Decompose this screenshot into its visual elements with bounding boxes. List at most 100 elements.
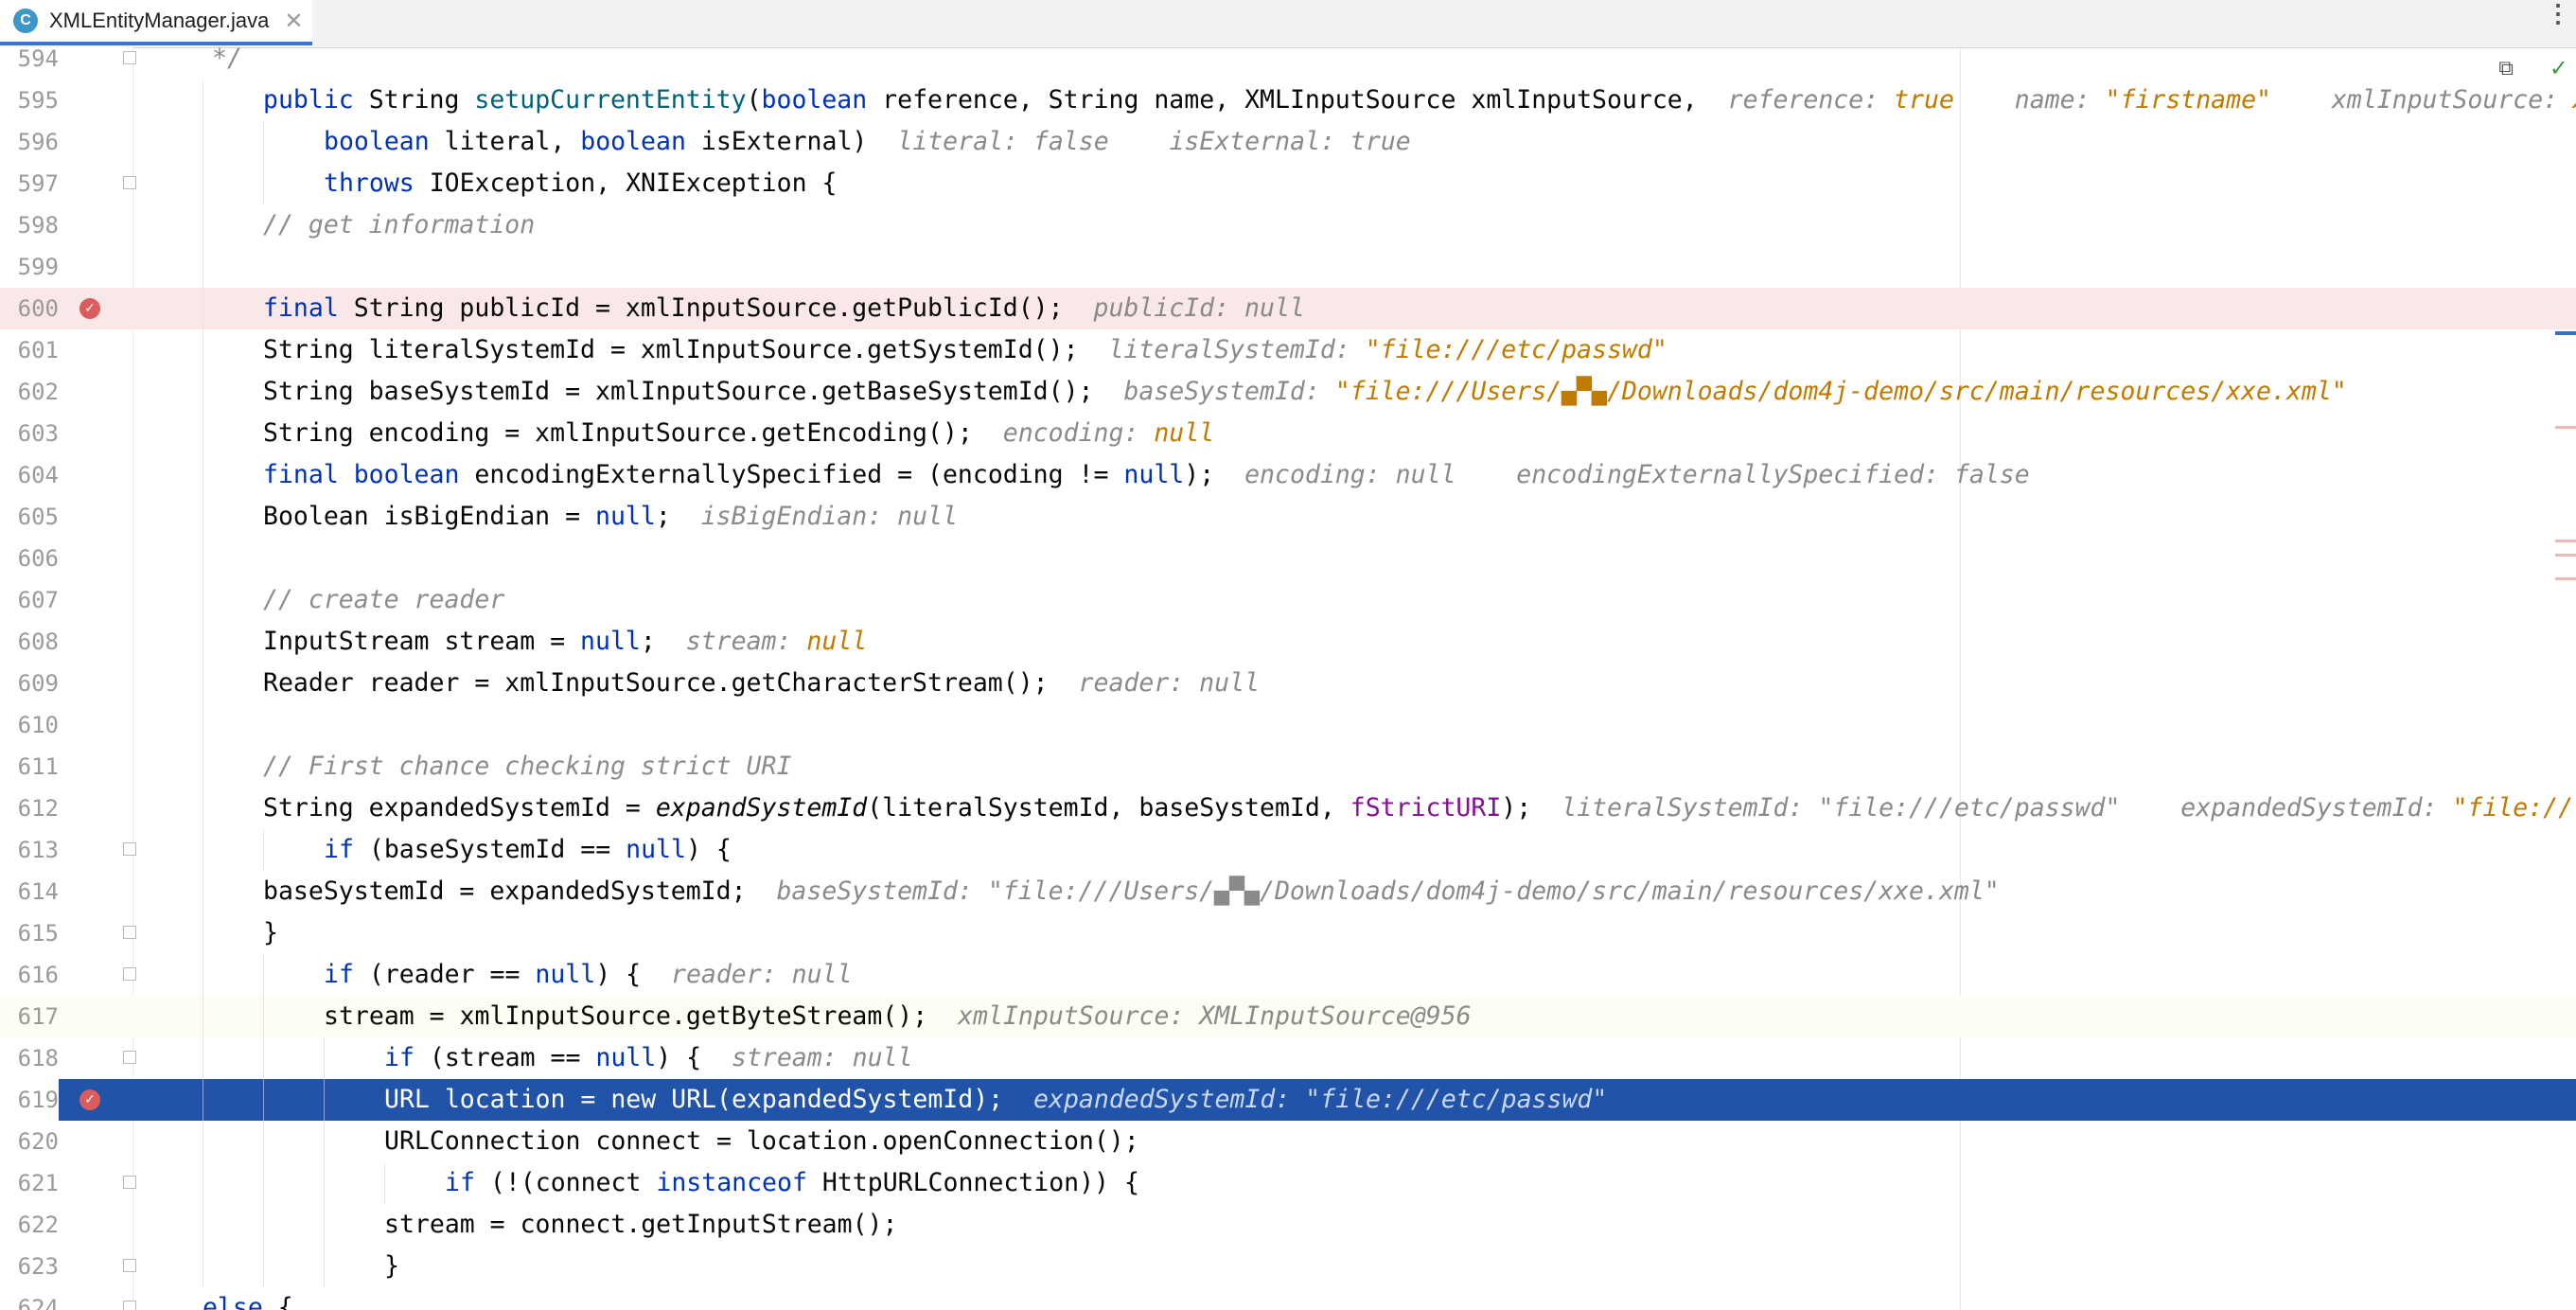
code-token: null (626, 835, 686, 864)
code-line[interactable]: 620 URLConnection connect = location.open… (0, 1121, 2576, 1162)
code-line[interactable]: 616 if (reader == null) { reader: null (0, 954, 2576, 996)
code-line[interactable]: 611 // First chance checking strict URI (0, 746, 2576, 788)
code-line[interactable]: 623} (0, 1246, 2576, 1287)
code-line[interactable]: 604 final boolean encodingExternallySpeci… (0, 454, 2576, 496)
code-line[interactable]: 605 Boolean isBigEndian = null; isBigEndi… (0, 496, 2576, 538)
breakpoint-icon[interactable]: ✓ (79, 1089, 100, 1110)
code-text: if (stream == null) { stream: null (384, 1037, 912, 1079)
code-line[interactable]: 596 boolean literal, boolean isExternal) … (0, 121, 2576, 163)
fold-marker-icon[interactable] (123, 51, 136, 64)
inline-debug-value[interactable]: encoding: (1003, 418, 1155, 448)
inline-debug-value[interactable]: "file:///Users/▄▀▄/Downloads/dom4j-demo/… (1335, 377, 2347, 406)
line-number: 609 (17, 670, 59, 697)
inline-debug-value[interactable]: reader: null (671, 960, 852, 989)
code-token: boolean (761, 85, 883, 115)
code-line[interactable]: 624 else { (0, 1287, 2576, 1310)
scroll-marker-error[interactable] (2555, 554, 2576, 557)
code-line[interactable]: 619 ✓ URL location = new URL(expandedSyste… (0, 1079, 2576, 1121)
inline-debug-value[interactable]: expandedSystemId: "file:///etc/passwd" (1033, 1085, 1607, 1114)
inline-debug-value[interactable]: xmlInputSource: XMLInputSource@956 (958, 1001, 1471, 1031)
code-line[interactable]: 618 if (stream == null) { stream: null (0, 1037, 2576, 1079)
inline-debug-value[interactable]: true (1894, 85, 1954, 115)
tab-xmlentitymanager[interactable]: C XMLEntityManager.java ✕ (0, 0, 312, 45)
code-token: reference, String name, XMLInputSource x… (882, 85, 1728, 115)
code-token: isExternal) (700, 127, 898, 156)
code-line[interactable]: 608 InputStream stream = null; stream: nu… (0, 621, 2576, 663)
code-token: boolean (324, 127, 445, 156)
close-icon[interactable]: ✕ (284, 8, 303, 35)
line-number: 604 (17, 462, 59, 488)
inline-debug-value[interactable]: "file:// (2452, 793, 2573, 823)
code-line[interactable]: 612 String expandedSystemId = expandSyste… (0, 788, 2576, 829)
code-token: ( (746, 85, 762, 115)
inspection-ok-icon[interactable]: ✓ (2550, 55, 2568, 81)
line-number: 595 (17, 87, 59, 114)
code-token: baseSystemId = expandedSystemId; (263, 876, 777, 906)
inline-debug-value[interactable]: null (806, 627, 867, 656)
inline-debug-value[interactable]: baseSystemId: "file:///Users/▄▀▄/Downloa… (776, 876, 1999, 906)
inline-debug-value[interactable]: baseSystemId: (1123, 377, 1334, 406)
code-line[interactable]: 602 String baseSystemId = xmlInputSource.… (0, 371, 2576, 413)
code-line[interactable]: 613 if (baseSystemId == null) { (0, 829, 2576, 871)
code-line[interactable]: 606 (0, 538, 2576, 579)
fold-marker-icon[interactable] (123, 1259, 136, 1272)
code-token: (reader == (368, 960, 536, 989)
code-line[interactable]: 600 ✓ final String publicId = xmlInputSour… (0, 288, 2576, 329)
code-text: } (263, 912, 278, 954)
code-token: fStrictURI (1350, 793, 1502, 823)
code-line[interactable]: 598 // get information (0, 204, 2576, 246)
line-number: 605 (17, 504, 59, 530)
inline-debug-value[interactable]: stream: null (732, 1043, 912, 1072)
code-text: else { (203, 1287, 293, 1310)
fold-marker-icon[interactable] (123, 1176, 136, 1189)
inline-debug-value[interactable]: encoding: null encodingExternallySpecifi… (1244, 460, 2030, 489)
code-line[interactable]: 609 Reader reader = xmlInputSource.getCha… (0, 663, 2576, 704)
line-number: 603 (17, 420, 59, 447)
breakpoint-icon[interactable]: ✓ (79, 298, 100, 319)
fold-marker-icon[interactable] (123, 1301, 136, 1310)
inline-debug-value[interactable]: name: (1954, 85, 2106, 115)
code-line[interactable]: 607 // create reader (0, 579, 2576, 621)
code-line[interactable]: 597 throws IOException, XNIException { (0, 163, 2576, 204)
inline-debug-value[interactable]: literalSystemId: "file:///etc/passwd" ex… (1561, 793, 2452, 823)
code-line[interactable]: 595 public String setupCurrentEntity(bool… (0, 80, 2576, 121)
code-editor[interactable]: 594 */ 595 public String setupCurrentEntity… (0, 47, 2576, 1310)
fold-marker-icon[interactable] (123, 842, 136, 856)
code-token: } (384, 1251, 399, 1281)
inline-debug-value[interactable]: "file:///etc/passwd" (1366, 335, 1667, 364)
fold-marker-icon[interactable] (123, 967, 136, 981)
scroll-marker-current[interactable] (2555, 331, 2576, 335)
code-line[interactable]: 610 (0, 704, 2576, 746)
code-line[interactable]: 594 */ (0, 47, 2576, 80)
code-line[interactable]: 617 stream = xmlInputSource.getByteStream… (0, 996, 2576, 1037)
code-line[interactable]: 615} (0, 912, 2576, 954)
fold-marker-icon[interactable] (123, 1051, 136, 1064)
code-line[interactable]: 599 (0, 246, 2576, 288)
inline-debug-value[interactable]: stream: (686, 627, 807, 656)
inline-debug-value[interactable]: literal: false isExternal: true (897, 127, 1410, 156)
code-line[interactable]: 601 String literalSystemId = xmlInputSour… (0, 329, 2576, 371)
fold-marker-icon[interactable] (123, 176, 136, 189)
scroll-marker-error[interactable] (2555, 540, 2576, 542)
code-line[interactable]: 614 baseSystemId = expandedSystemId; base… (0, 871, 2576, 912)
indent-guide (263, 1079, 264, 1121)
scroll-marker-error[interactable] (2555, 577, 2576, 580)
inline-debug-value[interactable]: publicId: null (1094, 293, 1305, 323)
inline-debug-value[interactable]: reader: null (1079, 668, 1260, 698)
inline-debug-value[interactable]: "firstname" (2106, 85, 2272, 115)
inline-debug-value[interactable]: reference: (1728, 85, 1895, 115)
line-number: 602 (17, 379, 59, 405)
inline-debug-value[interactable]: literalSystemId: (1108, 335, 1365, 364)
inline-debug-value[interactable]: xmlInputSource: (2271, 85, 2573, 115)
code-line[interactable]: 621 if (!(connect instanceof HttpURLConne… (0, 1162, 2576, 1204)
indent-guide (384, 1162, 385, 1204)
code-line[interactable]: 622 stream = connect.getInputStream(); (0, 1204, 2576, 1246)
fold-marker-icon[interactable] (123, 926, 136, 939)
code-line[interactable]: 603 String encoding = xmlInputSource.getE… (0, 413, 2576, 454)
code-token: if (445, 1168, 490, 1197)
inline-debug-value[interactable]: null (1154, 418, 1214, 448)
inline-debug-value[interactable]: isBigEndian: null (701, 502, 958, 531)
more-icon[interactable]: ⋮ (2546, 1, 2570, 40)
reader-mode-icon[interactable]: ⧉ (2498, 57, 2514, 80)
scroll-marker-error[interactable] (2555, 426, 2576, 429)
